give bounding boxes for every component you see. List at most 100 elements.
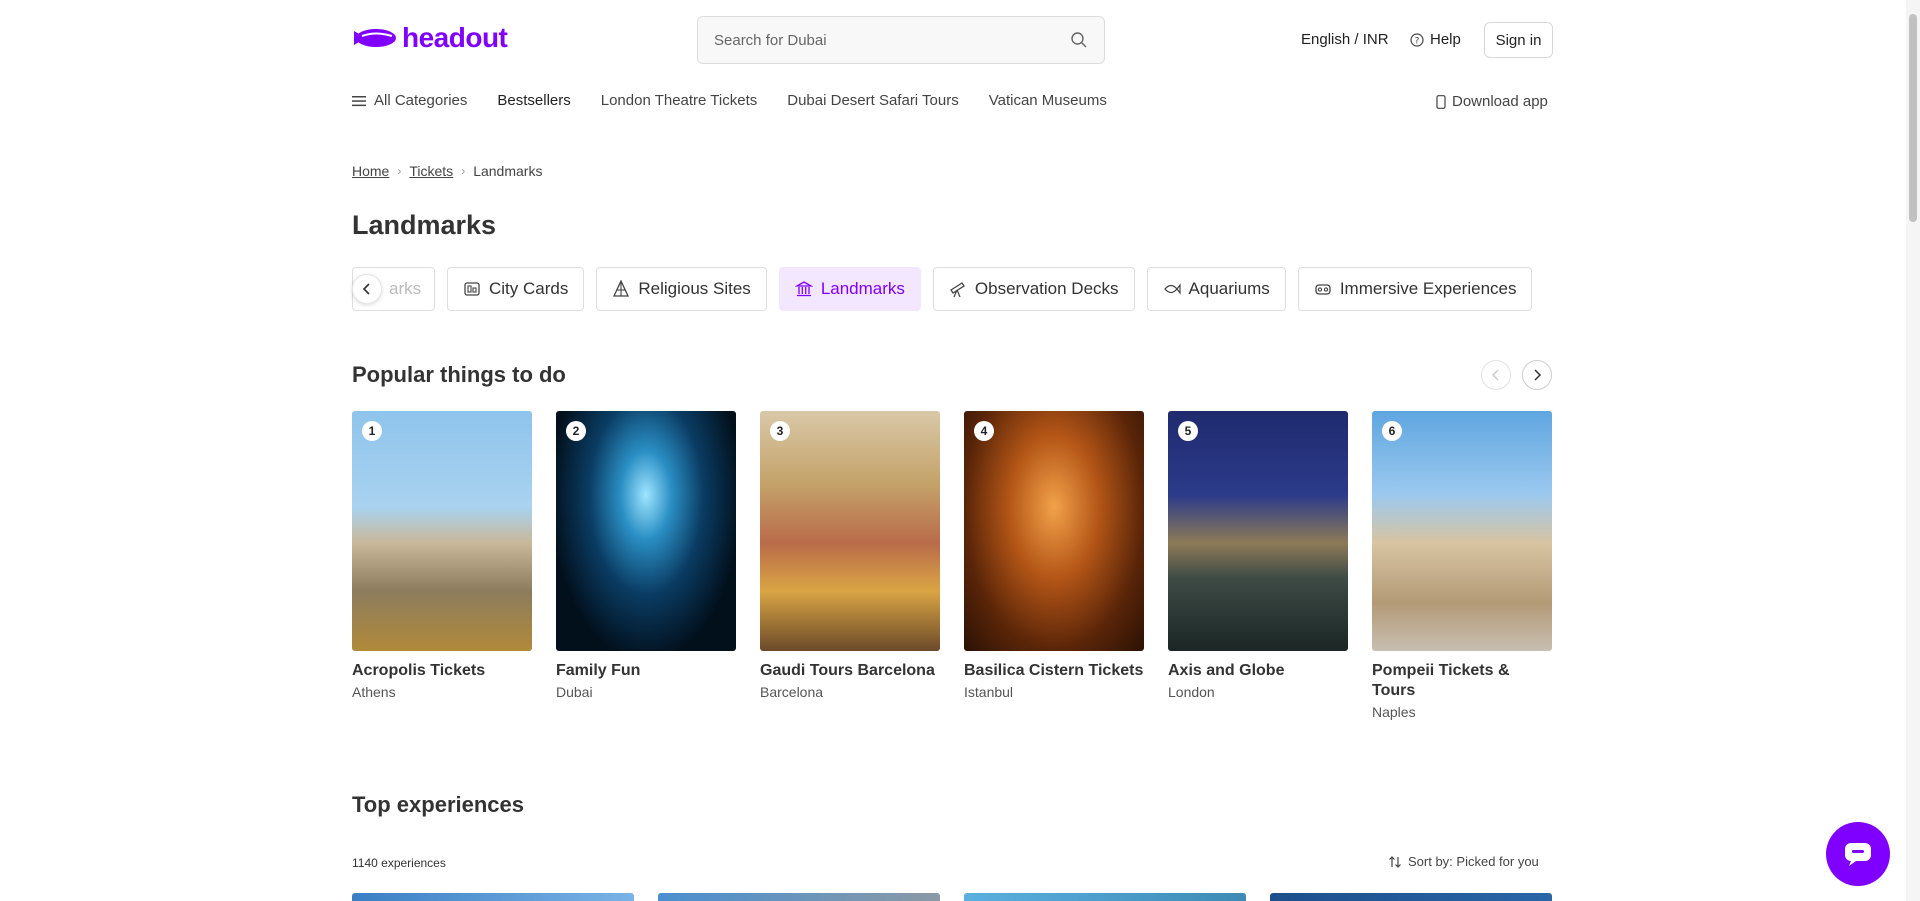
search-icon[interactable]	[1070, 31, 1088, 49]
download-app-label: Download app	[1452, 93, 1548, 110]
svg-text:?: ?	[1415, 36, 1420, 46]
sort-arrows-icon	[1389, 855, 1401, 868]
card-image: 6	[1372, 411, 1552, 651]
download-app-link[interactable]: Download app	[1436, 93, 1548, 110]
sort-label: Sort by: Picked for you	[1408, 854, 1539, 869]
chevron-right-icon	[1534, 369, 1542, 381]
rank-badge: 3	[770, 421, 790, 441]
popular-card[interactable]: 1 Acropolis Tickets Athens	[352, 411, 532, 720]
card-title: Family Fun	[556, 662, 641, 679]
page-title: Landmarks	[352, 210, 497, 240]
popular-prev-button[interactable]	[1481, 360, 1511, 390]
help-circle-icon: ?	[1410, 32, 1424, 47]
hamburger-menu-icon	[352, 95, 366, 106]
rank-badge: 1	[362, 421, 382, 441]
chip-landmarks[interactable]: Landmarks	[778, 267, 921, 311]
religious-site-icon	[613, 280, 630, 297]
rank-badge: 5	[1178, 421, 1198, 441]
card-city: London	[1168, 684, 1215, 700]
rank-badge: 4	[974, 421, 994, 441]
chip-city-cards[interactable]: City Cards	[447, 267, 585, 311]
card-city: Naples	[1372, 704, 1416, 720]
popular-card[interactable]: 2 Family Fun Dubai	[556, 411, 736, 720]
card-image: 4	[964, 411, 1144, 651]
experience-card-image[interactable]	[658, 893, 940, 901]
card-image: 5	[1168, 411, 1348, 651]
language-currency-selector[interactable]: English / INR	[1301, 31, 1389, 48]
top-experiences-title: Top experiences	[352, 792, 524, 817]
chip-label: arks	[389, 279, 422, 298]
popular-cards: 1 Acropolis Tickets Athens 2 Family Fun …	[352, 411, 1552, 720]
popular-next-button[interactable]	[1522, 360, 1552, 390]
nav-link-dubai-safari[interactable]: Dubai Desert Safari Tours	[787, 92, 958, 109]
experience-card-image[interactable]	[1270, 893, 1552, 901]
card-city: Dubai	[556, 684, 593, 700]
chip-observation-decks[interactable]: Observation Decks	[932, 267, 1135, 311]
popular-card[interactable]: 5 Axis and Globe London	[1168, 411, 1348, 720]
breadcrumb-home[interactable]: Home	[352, 163, 389, 179]
experience-count: 1140 experiences	[352, 856, 446, 870]
search-input[interactable]	[714, 31, 1070, 49]
category-chips: arks City Cards Religious Sites Landmark…	[352, 267, 1554, 311]
chip-label: Observation Decks	[974, 279, 1119, 298]
chip-label: Immersive Experiences	[1339, 279, 1517, 298]
card-city: Istanbul	[964, 684, 1014, 700]
popular-card[interactable]: 4 Basilica Cistern Tickets Istanbul	[964, 411, 1144, 720]
chevron-left-icon	[362, 283, 370, 295]
chevron-right-icon: ›	[397, 164, 402, 178]
chip-religious-sites[interactable]: Religious Sites	[596, 267, 767, 311]
card-title: Acropolis Tickets	[352, 662, 486, 679]
popular-card[interactable]: 3 Gaudi Tours Barcelona Barcelona	[760, 411, 940, 720]
rank-badge: 6	[1382, 421, 1402, 441]
fish-icon	[1163, 283, 1181, 295]
phone-icon	[1436, 94, 1446, 109]
sign-in-button[interactable]: Sign in	[1484, 22, 1553, 58]
telescope-icon	[950, 282, 965, 298]
chip-label: Religious Sites	[638, 279, 751, 298]
help-link[interactable]: ? Help	[1410, 31, 1461, 48]
city-card-icon	[464, 282, 480, 296]
chip-aquariums[interactable]: Aquariums	[1146, 267, 1286, 311]
card-title: Axis and Globe	[1168, 662, 1285, 679]
breadcrumb: Home › Tickets › Landmarks	[352, 163, 542, 179]
vr-headset-icon	[1315, 284, 1331, 295]
logo-text: headout	[402, 22, 508, 53]
scrollbar-thumb[interactable]	[1909, 14, 1917, 222]
card-title: Pompeii Tickets & Tours	[1372, 662, 1510, 699]
card-image: 2	[556, 411, 736, 651]
card-image: 1	[352, 411, 532, 651]
experience-card-image[interactable]	[352, 893, 634, 901]
sort-dropdown[interactable]: Sort by: Picked for you	[1388, 854, 1539, 869]
nav-link-london-theatre[interactable]: London Theatre Tickets	[601, 92, 758, 109]
chevron-right-icon: ›	[461, 164, 466, 178]
card-city: Athens	[352, 684, 396, 700]
nav-link-bestsellers[interactable]: Bestsellers	[497, 92, 570, 109]
card-title: Gaudi Tours Barcelona	[760, 662, 935, 679]
chip-label: City Cards	[489, 279, 569, 298]
all-categories-label: All Categories	[374, 92, 468, 109]
card-title: Basilica Cistern Tickets	[964, 662, 1144, 679]
category-nav: All Categories Bestsellers London Theatr…	[352, 92, 1137, 109]
chat-bubble-icon	[1845, 843, 1871, 866]
experience-card-image[interactable]	[964, 893, 1246, 901]
chip-immersive-experiences[interactable]: Immersive Experiences	[1297, 267, 1533, 311]
chat-support-button[interactable]	[1826, 822, 1890, 886]
rank-badge: 2	[566, 421, 586, 441]
chip-label: Aquariums	[1188, 279, 1270, 298]
chip-label: Landmarks	[820, 279, 905, 298]
card-city: Barcelona	[760, 684, 824, 700]
nav-link-vatican[interactable]: Vatican Museums	[989, 92, 1107, 109]
popular-section-title: Popular things to do	[352, 362, 566, 387]
card-image: 3	[760, 411, 940, 651]
landmark-icon	[794, 281, 813, 297]
chips-prev-button[interactable]	[352, 274, 382, 304]
breadcrumb-tickets[interactable]: Tickets	[409, 163, 453, 179]
blimp-logo-icon	[354, 29, 396, 47]
help-label: Help	[1430, 31, 1461, 48]
page-scrollbar[interactable]	[1906, 0, 1920, 901]
headout-logo[interactable]: headout	[352, 22, 508, 54]
breadcrumb-current: Landmarks	[473, 163, 543, 179]
popular-card[interactable]: 6 Pompeii Tickets & Tours Naples	[1372, 411, 1552, 720]
all-categories-menu[interactable]: All Categories	[352, 92, 467, 109]
search-bar[interactable]	[697, 16, 1105, 64]
